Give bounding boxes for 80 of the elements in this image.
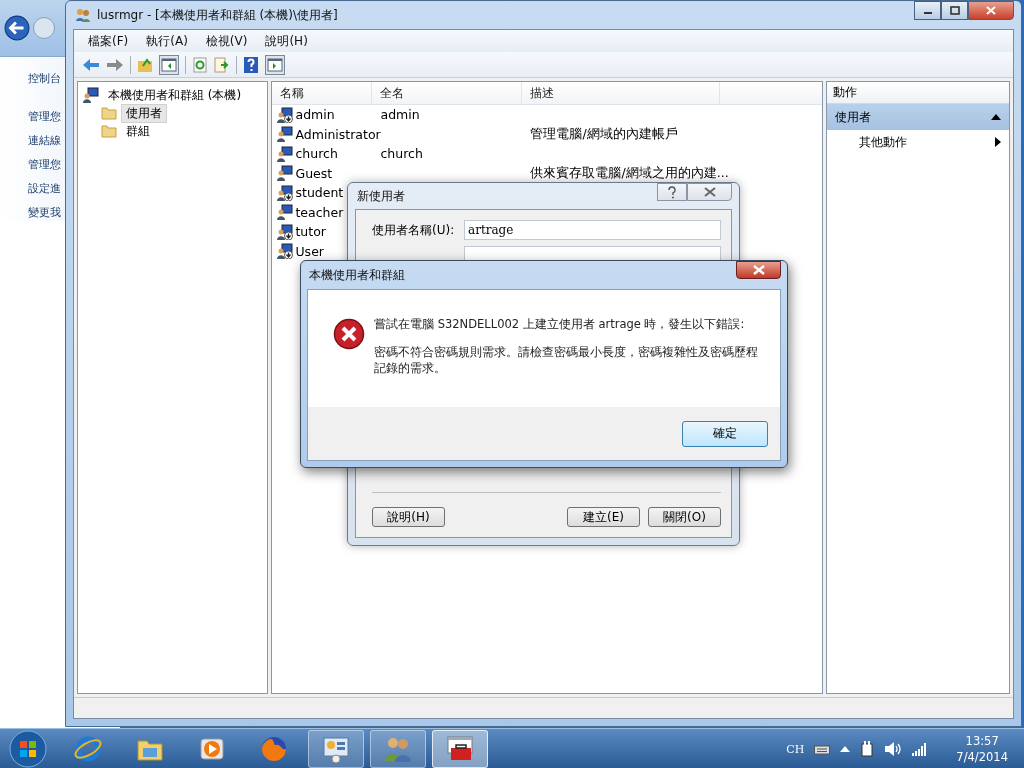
export-icon[interactable] [214,56,230,73]
folder-icon [101,124,117,138]
clock-time[interactable]: 13:57 [965,733,999,749]
forward-arrow-icon[interactable] [106,57,124,72]
users-icon [75,7,91,23]
user-name[interactable]: church [295,146,338,162]
menu-item[interactable]: 執行(A) [138,30,196,52]
menu-item[interactable]: 檢視(V) [197,30,256,52]
dialog-title: 本機使用者和群組 [309,266,405,284]
menu-item[interactable]: 檔案(F) [80,30,137,52]
back-icon[interactable] [4,15,30,41]
close-icon [986,6,996,15]
submenu-arrow-icon [995,137,1001,147]
start-button[interactable] [8,729,48,768]
window-icon [321,734,351,764]
close-button[interactable] [687,183,732,201]
collapse-icon[interactable] [991,113,1001,121]
dialog-title: 新使用者 [357,187,405,205]
menu-item[interactable]: 說明(H) [257,30,316,52]
column-header[interactable]: 名稱 [272,82,373,104]
window-title: lusrmgr - [本機使用者和群組 (本機)\使用者] [97,6,339,24]
taskbar-button[interactable] [432,730,488,768]
minimize-button[interactable] [914,1,941,20]
power-plug-icon[interactable] [860,741,875,757]
column-header[interactable]: 全名 [372,82,523,104]
clock-date[interactable]: 7/4/2014 [956,749,1008,765]
section-header[interactable]: 使用者 [827,104,1009,130]
language-indicator[interactable]: CH [786,742,805,756]
input-field[interactable]: artrage [464,220,721,240]
computer-users-icon [83,87,99,103]
sidebar-link[interactable]: 變更我 [28,205,61,221]
dialog-button[interactable]: 說明(H) [372,507,445,527]
sidebar-link[interactable]: 管理您 [28,109,61,125]
user-name[interactable]: Administrator [295,126,381,142]
error-icon [333,318,365,350]
keyboard-icon[interactable] [814,743,831,755]
close-icon [703,187,716,197]
show-hidden-icons-icon[interactable] [840,745,851,753]
user-name[interactable]: teacher [295,204,344,220]
globe-e-icon [73,734,103,764]
taskbar-button[interactable] [308,730,364,768]
action-item[interactable]: 其他動作 [859,133,908,151]
taskbar-button[interactable] [370,730,426,768]
maximize-icon [949,6,960,15]
back-arrow-icon[interactable] [82,57,100,72]
ok-button[interactable]: 確定 [682,420,768,447]
help-icon[interactable] [243,55,259,74]
close-button[interactable] [968,1,1014,20]
close-icon [752,265,765,275]
dialog-button[interactable]: 關閉(O) [648,507,721,527]
sidebar-link[interactable]: 控制台 [28,71,61,87]
help-button[interactable] [657,183,687,201]
sidebar-link[interactable]: 設定進 [28,181,61,197]
maximize-button[interactable] [941,1,968,20]
description: 管理電腦/網域的內建帳戶 [530,125,678,143]
action-pane-icon[interactable] [265,54,285,75]
tree-item[interactable]: 使用者 [121,103,167,123]
question-mark-icon [667,185,677,199]
section-title: 使用者 [835,108,872,126]
error-detail: 密碼不符合密碼規則需求。請檢查密碼最小長度，密碼複雜性及密碼歷程記錄的需求。 [374,344,759,376]
user-name[interactable]: Guest [295,165,333,181]
tree-item[interactable]: 本機使用者和群組 (本機) [103,85,247,105]
signal-icon[interactable] [912,742,929,756]
volume-icon[interactable] [884,741,903,757]
full-name: admin [380,107,420,123]
close-button[interactable] [736,261,781,279]
field-label: 使用者名稱(U): [372,221,456,239]
globe-icon [259,734,289,764]
tree-item[interactable]: 群組 [121,121,155,141]
full-name: church [380,146,423,162]
sidebar-link[interactable]: 連結線 [28,133,61,149]
sidebar-link[interactable]: 管理您 [28,157,61,173]
refresh-icon[interactable] [192,56,208,73]
folder-up-icon[interactable] [137,56,153,73]
description: 供來賓存取電腦/網域之用的內建... [530,164,729,182]
dialog-button[interactable]: 建立(E) [567,507,640,527]
folder-icon [101,106,117,120]
column-header[interactable]: 描述 [522,82,721,104]
error-message: 嘗試在電腦 S32NDELL002 上建立使用者 artrage 時，發生以下錯誤: [374,316,746,332]
console-tree-icon[interactable] [159,54,179,75]
